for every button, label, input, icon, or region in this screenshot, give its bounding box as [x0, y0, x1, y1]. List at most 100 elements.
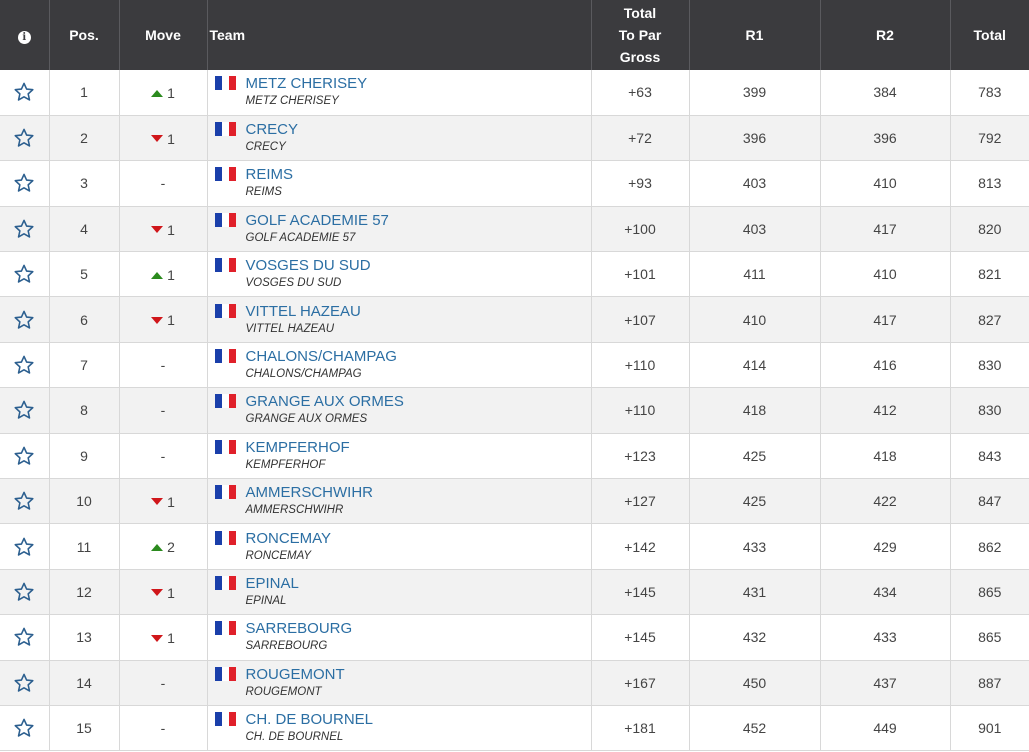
team-club-name: EPINAL: [245, 594, 287, 607]
team-name-link[interactable]: SARREBOURG: [246, 619, 353, 638]
move-value: 1: [167, 630, 175, 647]
team-name-link[interactable]: CHALONS/CHAMPAG: [246, 347, 397, 366]
flag-stripe-blue: [214, 621, 222, 636]
to-par-cell: +145: [591, 569, 690, 616]
r1-cell: 432: [689, 614, 821, 661]
team-name-link[interactable]: CRECY: [246, 120, 299, 139]
move-cell: 1: [119, 569, 208, 616]
team-name-link[interactable]: REIMS: [246, 165, 294, 184]
team-name-link[interactable]: GOLF ACADEMIE 57: [246, 211, 389, 230]
header-total[interactable]: Total: [950, 0, 1029, 70]
flag-stripe-white: [221, 76, 229, 91]
r2-cell: 410: [820, 251, 951, 298]
star-icon[interactable]: [13, 445, 35, 467]
team-name-link[interactable]: VOSGES DU SUD: [246, 256, 371, 275]
team-wrap: VOSGES DU SUD VOSGES DU SUD: [214, 256, 591, 292]
star-icon[interactable]: [13, 490, 35, 512]
team-club-name: SARREBOURG: [245, 640, 328, 653]
total-cell: 830: [950, 387, 1029, 434]
flag-stripe-white: [221, 167, 229, 182]
star-icon[interactable]: [13, 309, 35, 331]
team-cell: CRECY CRECY: [207, 115, 592, 162]
r2-cell: 417: [820, 206, 951, 253]
flag-stripe-blue: [214, 575, 222, 590]
r2-cell: 412: [820, 387, 951, 434]
team-name-link[interactable]: RONCEMAY: [246, 529, 332, 548]
team-wrap: SARREBOURG SARREBOURG: [214, 619, 591, 655]
header-pos[interactable]: Pos.: [49, 0, 120, 70]
move-value: -: [160, 402, 166, 419]
star-icon[interactable]: [13, 717, 35, 739]
team-name-link[interactable]: GRANGE AUX ORMES: [246, 392, 404, 411]
header-r1[interactable]: R1: [689, 0, 821, 70]
team-text: CH. DE BOURNEL CH. DE BOURNEL: [246, 710, 374, 746]
header-team[interactable]: Team: [207, 0, 592, 70]
move-indicator: 1: [151, 85, 175, 101]
france-flag-icon: [214, 76, 236, 91]
star-icon[interactable]: [13, 399, 35, 421]
star-icon[interactable]: [13, 536, 35, 558]
header-r2[interactable]: R2: [820, 0, 951, 70]
team-name-link[interactable]: AMMERSCHWIHR: [246, 483, 374, 502]
star-icon[interactable]: [13, 172, 35, 194]
team-wrap: REIMS REIMS: [214, 165, 591, 201]
team-name-link[interactable]: KEMPFERHOF: [246, 438, 350, 457]
arrow-down-icon: [151, 135, 164, 143]
star-icon[interactable]: [13, 626, 35, 648]
flag-stripe-blue: [214, 349, 222, 364]
star-icon[interactable]: [13, 127, 35, 149]
r1-cell: 452: [689, 705, 821, 752]
team-wrap: GRANGE AUX ORMES GRANGE AUX ORMES: [214, 392, 591, 428]
position-cell: 6: [49, 296, 120, 343]
team-name-link[interactable]: ROUGEMONT: [246, 665, 345, 684]
star-icon[interactable]: [13, 354, 35, 376]
flag-stripe-blue: [214, 258, 222, 273]
france-flag-icon: [214, 349, 236, 364]
header-row: i Pos. Move Team Total To Par Gross R1 R…: [0, 0, 1029, 70]
flag-stripe-white: [221, 575, 229, 590]
star-icon[interactable]: [13, 218, 35, 240]
france-flag-icon: [214, 530, 236, 545]
arrow-down-icon: [151, 316, 164, 324]
flag-stripe-white: [221, 621, 229, 636]
team-club-name: VITTEL HAZEAU: [245, 322, 335, 335]
table-row: 1 1 METZ CHERISEY METZ CHERISEY +63 399 384 783: [0, 70, 1029, 116]
table-row: 9 - KEMPFERHOF KEMPFERHOF +123 425 418 843: [0, 433, 1029, 480]
team-name-link[interactable]: VITTEL HAZEAU: [246, 302, 361, 321]
flag-stripe-white: [221, 122, 229, 137]
favorite-cell: [0, 478, 50, 525]
france-flag-icon: [214, 575, 236, 590]
team-name-link[interactable]: EPINAL: [246, 574, 299, 593]
header-move[interactable]: Move: [119, 0, 208, 70]
team-club-name: RONCEMAY: [245, 549, 312, 562]
arrow-up-icon: [151, 271, 164, 279]
move-value: -: [160, 674, 166, 691]
team-cell: GOLF ACADEMIE 57 GOLF ACADEMIE 57: [207, 206, 592, 253]
table-row: 4 1 GOLF ACADEMIE 57 GOLF ACADEMIE 57 +100 40…: [0, 206, 1029, 253]
star-icon[interactable]: [13, 672, 35, 694]
info-icon[interactable]: i: [17, 31, 31, 44]
r2-cell: 384: [820, 70, 951, 116]
to-par-cell: +142: [591, 523, 690, 570]
team-cell: GRANGE AUX ORMES GRANGE AUX ORMES: [207, 387, 592, 434]
leaderboard-table: i Pos. Move Team Total To Par Gross R1 R…: [0, 0, 1029, 752]
star-icon[interactable]: [13, 81, 35, 103]
header-info[interactable]: i: [0, 0, 50, 70]
header-total-to-par[interactable]: Total To Par Gross: [591, 0, 690, 70]
flag-stripe-blue: [214, 212, 222, 227]
star-icon[interactable]: [13, 263, 35, 285]
team-name-link[interactable]: METZ CHERISEY: [246, 74, 368, 93]
team-wrap: RONCEMAY RONCEMAY: [214, 529, 591, 565]
move-value: -: [160, 175, 166, 192]
team-club-name: GRANGE AUX ORMES: [245, 413, 368, 426]
r1-cell: 425: [689, 433, 821, 480]
france-flag-icon: [214, 258, 236, 273]
team-wrap: CHALONS/CHAMPAG CHALONS/CHAMPAG: [214, 347, 591, 383]
team-name-link[interactable]: CH. DE BOURNEL: [246, 710, 374, 729]
flag-stripe-white: [221, 258, 229, 273]
move-indicator: -: [161, 357, 166, 373]
star-icon[interactable]: [13, 581, 35, 603]
to-par-cell: +145: [591, 614, 690, 661]
team-cell: REIMS REIMS: [207, 160, 592, 207]
flag-stripe-red: [228, 394, 236, 409]
